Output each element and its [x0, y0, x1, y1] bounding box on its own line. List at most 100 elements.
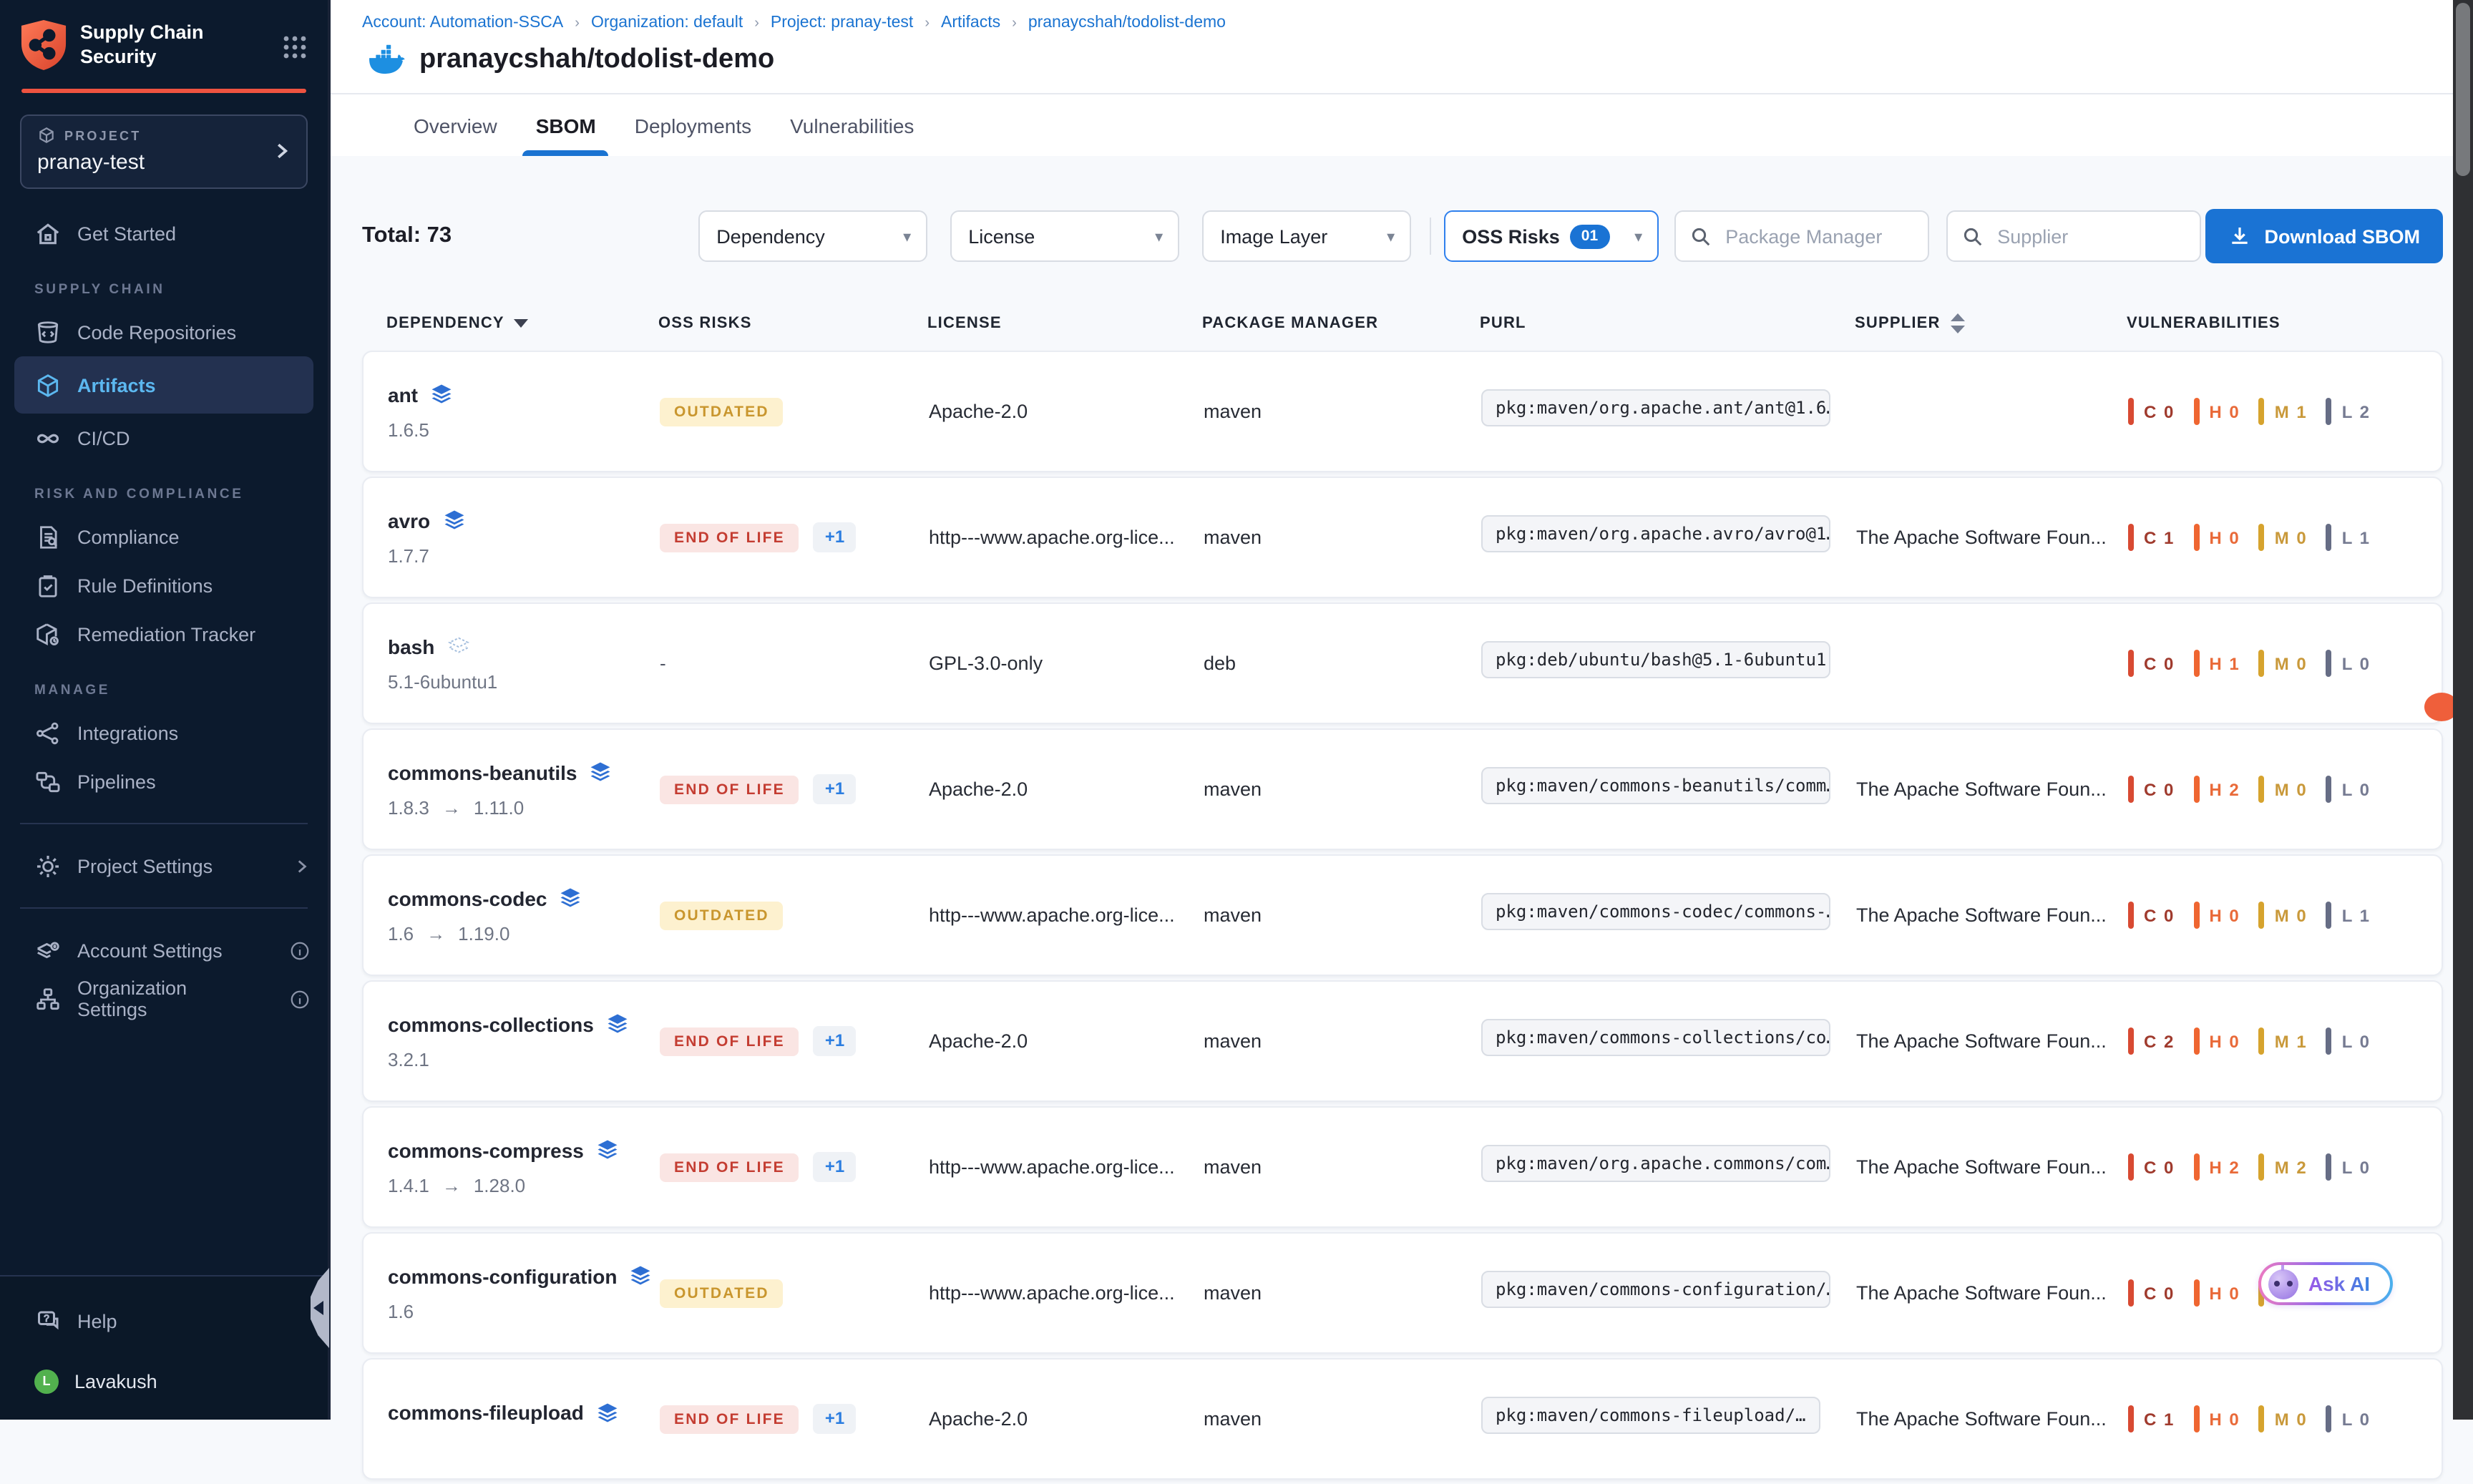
column-header-dependency[interactable]: DEPENDENCY [386, 314, 658, 331]
sidebar-item-label: CI/CD [77, 427, 130, 449]
purl-pill[interactable]: pkg:maven/org.apache.commons/com… [1481, 1145, 1830, 1182]
sidebar-item-project-settings[interactable]: Project Settings [0, 841, 328, 890]
supplier-search-input[interactable] [1994, 224, 2185, 248]
package-manager-cell: maven [1204, 401, 1481, 422]
table-row[interactable]: avro1.7.7END OF LIFE+1http---www.apache.… [362, 477, 2443, 598]
accent-rule [21, 89, 306, 93]
table-row[interactable]: commons-codec1.6→1.19.0OUTDATEDhttp---ww… [362, 854, 2443, 976]
app-window: Supply Chain Security PROJECT [0, 0, 2473, 1420]
dependency-version: 3.2.1 [388, 1049, 429, 1070]
oss-risks-filter-label: OSS Risks [1462, 225, 1560, 247]
sidebar-item-account-settings[interactable]: Account Settings [0, 926, 328, 975]
tab-vulnerabilities[interactable]: Vulnerabilities [790, 94, 914, 156]
dependency-name: commons-codec [388, 887, 547, 909]
vuln-count-h: H 0 [2193, 524, 2240, 551]
project-selector[interactable]: PROJECT pranay-test [20, 114, 308, 189]
sidebar-item-get-started[interactable]: Get Started [0, 209, 328, 258]
severity-bar [2128, 524, 2134, 551]
risk-badge: END OF LIFE [660, 1028, 799, 1057]
chevron-down-icon: ▾ [903, 227, 911, 245]
vertical-scrollbar[interactable] [2453, 0, 2473, 1420]
table-row[interactable]: ant1.6.5OUTDATEDApache-2.0mavenpkg:maven… [362, 351, 2443, 472]
vuln-count-c: C 0 [2128, 776, 2175, 803]
sidebar-divider [20, 823, 308, 824]
risk-more-chip[interactable]: +1 [814, 522, 856, 552]
purl-pill[interactable]: pkg:maven/commons-beanutils/comm… [1481, 767, 1830, 804]
breadcrumb-link[interactable]: Artifacts [941, 14, 1000, 31]
sidebar-section-label: MANAGE [34, 683, 328, 698]
column-header-supplier[interactable]: SUPPLIER [1855, 313, 2127, 333]
severity-label: H 0 [2209, 401, 2240, 421]
dependency-cell: commons-fileupload [388, 1400, 660, 1437]
purl-pill[interactable]: pkg:deb/ubuntu/bash@5.1-6ubuntu1 [1481, 641, 1830, 678]
purl-pill[interactable]: pkg:maven/commons-codec/commons-… [1481, 893, 1830, 930]
sidebar-item-organization-settings[interactable]: Organization Settings [0, 975, 328, 1023]
license-filter-dropdown[interactable]: License▾ [950, 210, 1179, 262]
table-row[interactable]: commons-configuration1.6OUTDATEDhttp---w… [362, 1232, 2443, 1354]
tab-overview[interactable]: Overview [414, 94, 497, 156]
severity-label: H 0 [2209, 1031, 2240, 1051]
table-row[interactable]: commons-beanutils1.8.3→1.11.0END OF LIFE… [362, 728, 2443, 850]
risk-badge: END OF LIFE [660, 1154, 799, 1183]
search-icon [1689, 225, 1711, 247]
layers-icon [628, 1264, 653, 1288]
oss-risks-filter[interactable]: OSS Risks 01 ▾ [1443, 210, 1658, 262]
table-row[interactable]: commons-compress1.4.1→1.28.0END OF LIFE+… [362, 1106, 2443, 1228]
table-row[interactable]: commons-collections3.2.1END OF LIFE+1Apa… [362, 980, 2443, 1102]
sidebar-item-compliance[interactable]: Compliance [0, 512, 328, 561]
scrollbar-thumb[interactable] [2456, 3, 2470, 176]
severity-bar [2326, 398, 2332, 425]
tab-sbom[interactable]: SBOM [536, 94, 596, 156]
vulnerabilities-cell: C 0H 0M 1L 2 [2128, 398, 2442, 425]
sidebar-item-pipelines[interactable]: Pipelines [0, 757, 328, 806]
supplier-cell: The Apache Software Foun... [1856, 904, 2128, 926]
purl-pill[interactable]: pkg:maven/org.apache.avro/avro@1… [1481, 515, 1830, 552]
breadcrumb-link[interactable]: Organization: default [591, 14, 743, 31]
table-row[interactable]: commons-fileuploadEND OF LIFE+1Apache-2.… [362, 1358, 2443, 1480]
purl-pill[interactable]: pkg:maven/commons-fileupload/… [1481, 1397, 1820, 1434]
image-layer-filter-dropdown[interactable]: Image Layer▾ [1201, 210, 1410, 262]
sidebar-user[interactable]: L Lavakush [0, 1357, 328, 1405]
sidebar-item-artifacts[interactable]: Artifacts [14, 356, 313, 414]
supplier-cell: The Apache Software Foun... [1856, 1156, 2128, 1178]
license-cell: Apache-2.0 [929, 1030, 1204, 1052]
purl-pill[interactable]: pkg:maven/commons-configuration/… [1481, 1271, 1830, 1308]
sidebar-item-rule-definitions[interactable]: Rule Definitions [0, 561, 328, 610]
dependency-filter-dropdown[interactable]: Dependency▾ [698, 210, 927, 262]
sidebar-item-integrations[interactable]: Integrations [0, 708, 328, 757]
severity-bar [2193, 1279, 2199, 1307]
risk-more-chip[interactable]: +1 [814, 1404, 856, 1434]
download-sbom-button[interactable]: Download SBOM [2206, 209, 2444, 263]
severity-bar [2259, 1027, 2265, 1055]
breadcrumb-link[interactable]: pranaycshah/todolist-demo [1028, 14, 1226, 31]
dependency-version: 1.6 [388, 1301, 414, 1322]
vuln-count-l: L 0 [2326, 1405, 2371, 1432]
docker-whale-icon [368, 44, 405, 76]
severity-label: L 1 [2342, 527, 2371, 547]
sidebar-item-remediation-tracker[interactable]: Remediation Tracker [0, 610, 328, 658]
risk-badge: END OF LIFE [660, 776, 799, 805]
sidebar-item-help[interactable]: ? Help [0, 1297, 328, 1345]
package-manager-search-input[interactable] [1722, 224, 1913, 248]
risk-more-chip[interactable]: +1 [814, 1152, 856, 1182]
risk-more-chip[interactable]: +1 [814, 774, 856, 804]
sidebar-item-code-repositories[interactable]: Code Repositories [0, 308, 328, 356]
breadcrumb-link[interactable]: Account: Automation-SSCA [362, 14, 563, 31]
package-manager-search[interactable] [1674, 210, 1928, 262]
info-icon [289, 939, 311, 961]
supplier-search[interactable] [1946, 210, 2200, 262]
no-risk-dash: - [660, 652, 666, 673]
purl-pill[interactable]: pkg:maven/commons-collections/co… [1481, 1019, 1830, 1056]
vuln-count-m: M 0 [2259, 524, 2308, 551]
vuln-count-m: M 1 [2259, 398, 2308, 425]
sidebar-item-label: Get Started [77, 223, 176, 244]
tab-deployments[interactable]: Deployments [635, 94, 751, 156]
ask-ai-button[interactable]: Ask AI [2258, 1262, 2393, 1305]
module-grid-icon[interactable] [282, 34, 308, 59]
risk-more-chip[interactable]: +1 [814, 1026, 856, 1056]
breadcrumb-link[interactable]: Project: pranay-test [771, 14, 913, 31]
table-row[interactable]: bash5.1-6ubuntu1-GPL-3.0-onlydebpkg:deb/… [362, 602, 2443, 724]
purl-pill[interactable]: pkg:maven/org.apache.ant/ant@1.6… [1481, 389, 1830, 426]
supplier-cell: The Apache Software Foun... [1856, 778, 2128, 800]
sidebar-item-cicd[interactable]: CI/CD [0, 414, 328, 462]
